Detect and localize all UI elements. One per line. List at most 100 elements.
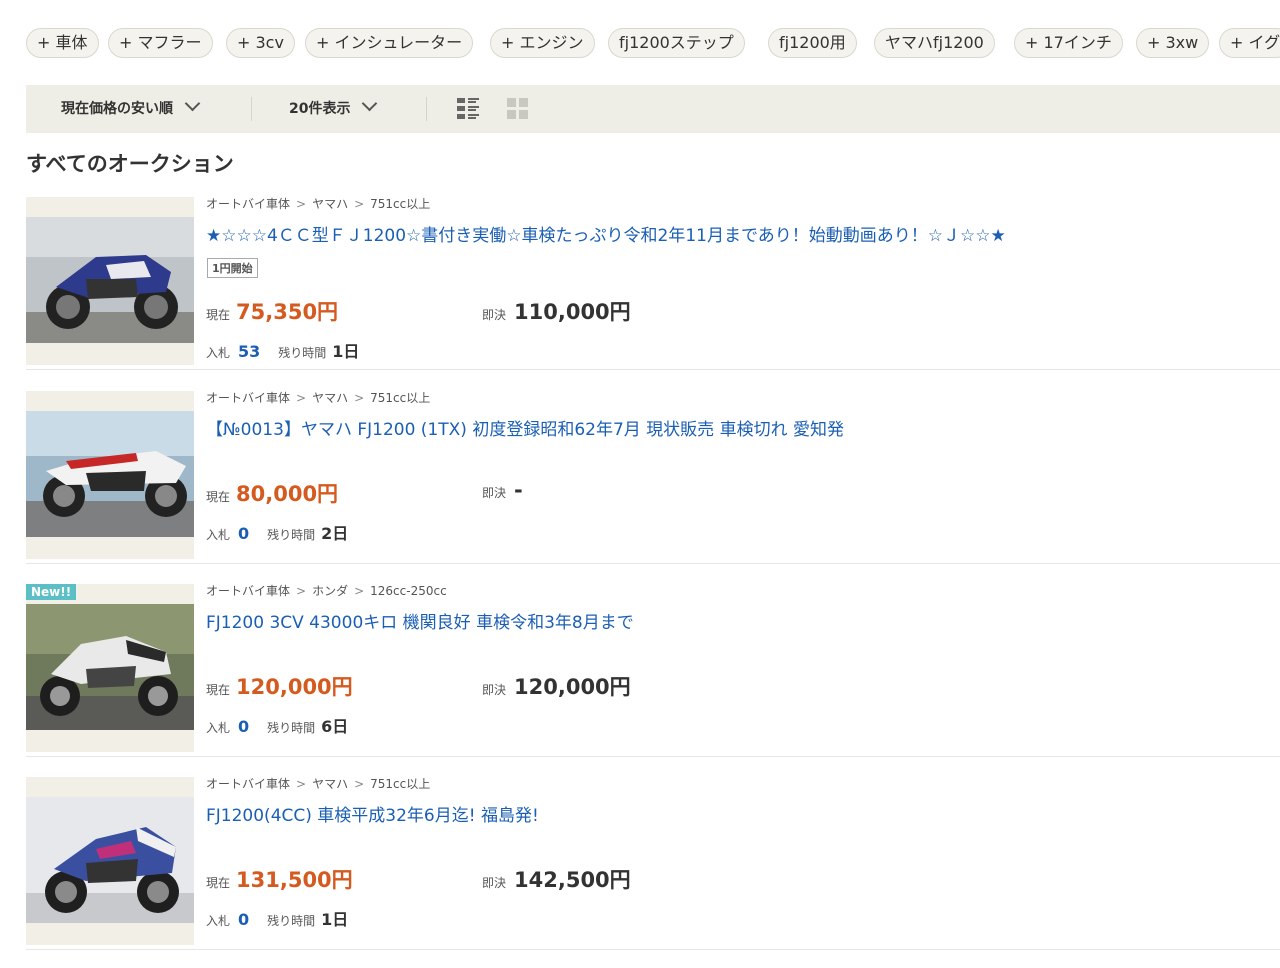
time-left-value: 1日 xyxy=(332,342,360,361)
category-link[interactable]: ヤマハ xyxy=(312,777,348,791)
auction-list-item: オートバイ車体 > ヤマハ >751cc以上 ★☆☆☆4ＣＣ型ＦＪ1200☆書付き実働… xyxy=(26,191,1280,370)
motorcycle-photo-icon xyxy=(26,411,194,537)
toolbar-divider xyxy=(426,97,427,121)
breadcrumb-separator: > xyxy=(354,584,365,598)
current-price-value: 80,000円 xyxy=(236,482,339,506)
current-price-label: 現在 xyxy=(206,683,231,697)
buy-now-price: 即決 - xyxy=(482,478,523,502)
page-size-dropdown[interactable]: 20件表示 xyxy=(289,85,378,133)
buy-now-value: 110,000円 xyxy=(514,300,631,324)
category-link[interactable]: ヤマハ xyxy=(312,197,348,211)
item-title-link[interactable]: ★☆☆☆4ＣＣ型ＦＪ1200☆書付き実働☆車検たっぷり令和2年11月まであり！始… xyxy=(206,221,1006,246)
auction-list-item: オートバイ車体 > ヤマハ >751cc以上 【№0013】ヤマハ FJ1200 (1… xyxy=(26,385,1280,564)
tag-chip[interactable]: + エンジン xyxy=(490,28,595,58)
motorcycle-photo-icon xyxy=(26,604,194,730)
category-link[interactable]: 751cc以上 xyxy=(370,391,430,405)
grid-view-icon[interactable] xyxy=(507,98,529,120)
category-link[interactable]: ホンダ xyxy=(312,584,348,598)
bid-count[interactable]: 0 xyxy=(238,910,249,929)
breadcrumb-separator: > xyxy=(296,777,307,791)
item-thumbnail[interactable] xyxy=(26,197,194,365)
auction-list-item: New!! オートバイ車体 > ホンダ >126cc-250cc FJ1200 3CV… xyxy=(26,578,1280,757)
bids-label: 入札 xyxy=(206,346,231,360)
bids-label: 入札 xyxy=(206,914,231,928)
list-view-icon[interactable] xyxy=(457,98,479,120)
category-link[interactable]: 751cc以上 xyxy=(370,197,430,211)
tag-chip[interactable]: + インシュレーター xyxy=(305,28,474,58)
item-title-link[interactable]: 【№0013】ヤマハ FJ1200 (1TX) 初度登録昭和62年7月 現状販売… xyxy=(206,415,844,440)
current-price: 現在 131,500円 xyxy=(206,864,353,894)
current-price-label: 現在 xyxy=(206,308,231,322)
tag-chip[interactable]: ヤマハfj1200 xyxy=(874,28,995,58)
motorcycle-photo-icon xyxy=(26,217,194,343)
item-title-link[interactable]: FJ1200(4CC) 車検平成32年6月迄! 福島発! xyxy=(206,801,539,826)
new-badge: New!! xyxy=(26,584,77,600)
breadcrumb-separator: > xyxy=(354,777,365,791)
breadcrumb-separator: > xyxy=(296,197,307,211)
bids-label: 入札 xyxy=(206,528,231,542)
tag-chip[interactable]: + 車体 xyxy=(26,28,99,58)
buy-now-label: 即決 xyxy=(482,308,507,322)
chevron-down-icon xyxy=(362,95,378,112)
sort-dropdown-label: 現在価格の安い順 xyxy=(61,101,173,117)
sort-dropdown[interactable]: 現在価格の安い順 xyxy=(61,85,201,133)
buy-now-value: - xyxy=(514,478,523,502)
tag-chip[interactable]: fj1200用 xyxy=(768,28,857,58)
breadcrumb-separator: > xyxy=(354,391,365,405)
time-left-value: 2日 xyxy=(321,524,349,543)
category-breadcrumb: オートバイ車体 > ヤマハ >751cc以上 xyxy=(206,195,430,212)
category-breadcrumb: オートバイ車体 > ホンダ >126cc-250cc xyxy=(206,582,447,599)
current-price-value: 75,350円 xyxy=(236,300,339,324)
buy-now-label: 即決 xyxy=(482,683,507,697)
category-link[interactable]: 126cc-250cc xyxy=(370,584,447,598)
item-meta: 入札 53 残り時間 1日 xyxy=(206,338,359,362)
buy-now-price: 即決 120,000円 xyxy=(482,671,631,701)
buy-now-price: 即決 142,500円 xyxy=(482,864,631,894)
tag-chip[interactable]: fj1200ステップ xyxy=(608,28,745,58)
bids-label: 入札 xyxy=(206,721,231,735)
category-link[interactable]: オートバイ車体 xyxy=(206,584,290,598)
bid-count[interactable]: 0 xyxy=(238,717,249,736)
item-thumbnail[interactable]: New!! xyxy=(26,584,194,752)
breadcrumb-separator: > xyxy=(354,197,365,211)
tag-chip[interactable]: + 3xw xyxy=(1136,28,1210,58)
category-breadcrumb: オートバイ車体 > ヤマハ >751cc以上 xyxy=(206,389,430,406)
time-left-label: 残り時間 xyxy=(267,528,316,542)
category-link[interactable]: オートバイ車体 xyxy=(206,197,290,211)
bid-count[interactable]: 0 xyxy=(238,524,249,543)
item-meta: 入札 0 残り時間 6日 xyxy=(206,713,348,737)
current-price-label: 現在 xyxy=(206,876,231,890)
current-price-value: 120,000円 xyxy=(236,675,353,699)
toolbar-divider xyxy=(251,97,252,121)
tag-chip[interactable]: + 17インチ xyxy=(1014,28,1123,58)
breadcrumb-separator: > xyxy=(296,391,307,405)
tag-chip[interactable]: + イグ xyxy=(1219,28,1280,58)
chevron-down-icon xyxy=(184,95,201,112)
buy-now-label: 即決 xyxy=(482,876,507,890)
current-price-label: 現在 xyxy=(206,490,231,504)
buy-now-label: 即決 xyxy=(482,486,507,500)
category-link[interactable]: オートバイ車体 xyxy=(206,391,290,405)
item-meta: 入札 0 残り時間 1日 xyxy=(206,906,348,930)
category-link[interactable]: 751cc以上 xyxy=(370,777,430,791)
time-left-label: 残り時間 xyxy=(278,346,327,360)
item-thumbnail[interactable] xyxy=(26,777,194,945)
time-left-label: 残り時間 xyxy=(267,914,316,928)
current-price: 現在 120,000円 xyxy=(206,671,353,701)
category-breadcrumb: オートバイ車体 > ヤマハ >751cc以上 xyxy=(206,775,430,792)
category-link[interactable]: オートバイ車体 xyxy=(206,777,290,791)
category-link[interactable]: ヤマハ xyxy=(312,391,348,405)
breadcrumb-separator: > xyxy=(296,584,307,598)
buy-now-value: 120,000円 xyxy=(514,675,631,699)
current-price-value: 131,500円 xyxy=(236,868,353,892)
bid-count[interactable]: 53 xyxy=(238,342,260,361)
item-title-link[interactable]: FJ1200 3CV 43000キロ 機関良好 車検令和3年8月まで xyxy=(206,608,634,633)
time-left-value: 6日 xyxy=(321,717,349,736)
start-price-badge: 1円開始 xyxy=(207,258,258,278)
time-left-value: 1日 xyxy=(321,910,349,929)
tag-chip[interactable]: + 3cv xyxy=(226,28,295,58)
item-thumbnail[interactable] xyxy=(26,391,194,559)
tag-chip[interactable]: + マフラー xyxy=(108,28,213,58)
current-price: 現在 80,000円 xyxy=(206,478,338,508)
item-meta: 入札 0 残り時間 2日 xyxy=(206,520,348,544)
